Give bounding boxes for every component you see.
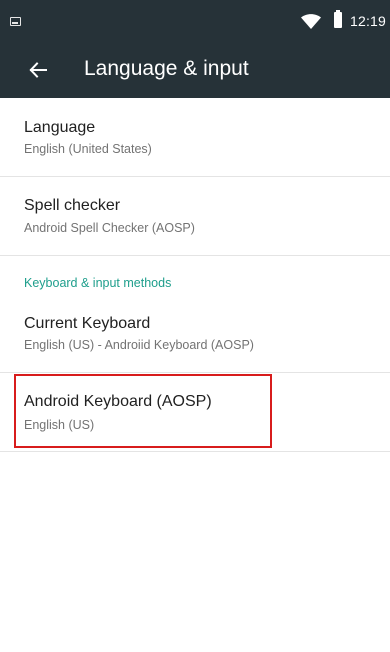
- status-clock: 12:19: [350, 13, 387, 29]
- pref-language-summary: English (United States): [24, 142, 152, 156]
- pref-current-keyboard-title: Current Keyboard: [24, 315, 151, 332]
- back-button[interactable]: [20, 52, 56, 88]
- settings-list: Language English (United States) Spell c…: [0, 98, 390, 652]
- status-bar: 12:19: [0, 0, 390, 40]
- arrow-back-icon: [29, 62, 47, 78]
- battery-icon: [334, 10, 342, 28]
- pref-current-keyboard[interactable]: Current Keyboard English (US) - Androiid…: [0, 294, 390, 372]
- pref-language[interactable]: Language English (United States): [0, 98, 390, 176]
- wifi-icon: [301, 14, 321, 29]
- divider: [0, 255, 390, 256]
- highlight-box: [14, 374, 272, 448]
- divider: [0, 451, 390, 452]
- pref-language-title: Language: [24, 119, 96, 136]
- pref-spell-checker-title: Spell checker: [24, 197, 121, 214]
- notification-icon: [10, 17, 21, 26]
- app-toolbar: Language & input: [0, 40, 390, 98]
- pref-current-keyboard-summary: English (US) - Androiid Keyboard (AOSP): [24, 338, 254, 352]
- pref-spell-checker[interactable]: Spell checker Android Spell Checker (AOS…: [0, 177, 390, 255]
- page-title: Language & input: [84, 57, 249, 80]
- pref-spell-checker-summary: Android Spell Checker (AOSP): [24, 221, 195, 235]
- category-keyboard-input: Keyboard & input methods: [24, 276, 172, 290]
